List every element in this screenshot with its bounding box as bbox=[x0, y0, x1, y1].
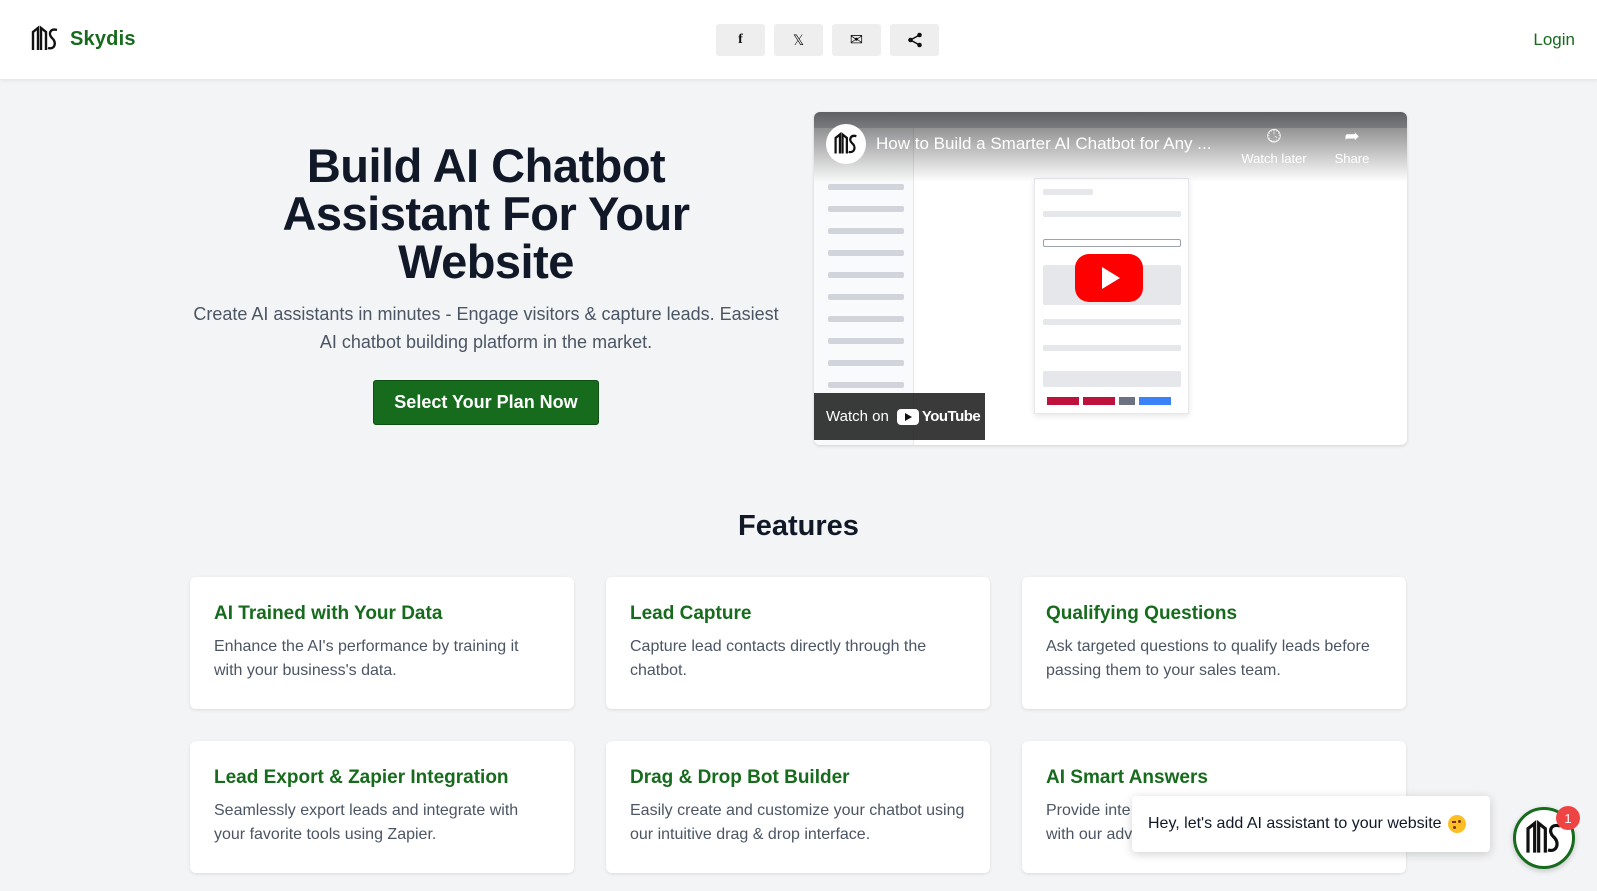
feature-description: Ask targeted questions to qualify leads … bbox=[1046, 638, 1370, 679]
feature-title: Lead Export & Zapier Integration bbox=[214, 767, 509, 788]
notification-badge: 1 bbox=[1556, 806, 1580, 830]
video-title[interactable]: How to Build a Smarter AI Chatbot for An… bbox=[876, 134, 1211, 154]
youtube-video-embed[interactable]: How to Build a Smarter AI Chatbot for An… bbox=[814, 112, 1407, 445]
feature-title: Lead Capture bbox=[630, 603, 752, 624]
brand[interactable]: Skydis bbox=[30, 24, 136, 54]
login-link[interactable]: Login bbox=[1533, 30, 1575, 50]
watch-later-label: Watch later bbox=[1241, 151, 1307, 166]
hero-title-line: Build AI Chatbot bbox=[306, 139, 666, 192]
feature-title: Drag & Drop Bot Builder bbox=[630, 767, 850, 788]
chat-greeting-text: Hey, let's add AI assistant to your webs… bbox=[1148, 815, 1442, 832]
hero-title-line: Assistant For Your bbox=[282, 187, 690, 240]
feature-description: Seamlessly export leads and integrate wi… bbox=[214, 802, 519, 843]
share-button[interactable] bbox=[890, 24, 939, 56]
hero-subtitle: Create AI assistants in minutes - Engage… bbox=[193, 304, 779, 352]
feature-description: Provide inte with our adv bbox=[1046, 802, 1133, 843]
feature-card: Qualifying Questions Ask targeted questi… bbox=[1022, 577, 1406, 709]
play-button[interactable] bbox=[1075, 254, 1143, 302]
feature-title: Qualifying Questions bbox=[1046, 603, 1238, 624]
feature-card: Lead Capture Capture lead contacts direc… bbox=[606, 577, 990, 709]
facebook-icon: f bbox=[738, 32, 743, 47]
skydis-logo-icon bbox=[31, 25, 58, 50]
winking-face-icon bbox=[1447, 815, 1466, 833]
feature-title: AI Smart Answers bbox=[1046, 767, 1208, 788]
feature-title: AI Trained with Your Data bbox=[214, 603, 443, 624]
video-share-label: Share bbox=[1334, 151, 1370, 166]
share-arrow-icon: ➦ bbox=[1344, 126, 1360, 146]
clock-icon: 🕓︎ bbox=[1266, 126, 1282, 146]
watch-later-button[interactable]: 🕓︎ Watch later bbox=[1239, 126, 1309, 166]
skydis-logo-icon bbox=[834, 132, 857, 154]
facebook-share-button[interactable]: f bbox=[716, 24, 765, 56]
youtube-logo: YouTube bbox=[896, 408, 981, 425]
feature-description: Enhance the AI's performance by training… bbox=[214, 638, 519, 679]
share-icon bbox=[907, 32, 922, 48]
feature-card: Lead Export & Zapier Integration Seamles… bbox=[190, 741, 574, 873]
feature-description: Easily create and customize your chatbot… bbox=[630, 802, 965, 843]
youtube-wordmark: YouTube bbox=[921, 408, 981, 425]
share-bar: f 𝕏 ✉ bbox=[716, 24, 939, 56]
watch-on-label: Watch on bbox=[826, 408, 889, 425]
hero-title-line: Website bbox=[398, 235, 574, 288]
watch-on-youtube-button[interactable]: Watch on YouTube bbox=[814, 393, 985, 440]
x-share-button[interactable]: 𝕏 bbox=[774, 24, 823, 56]
mail-icon: ✉ bbox=[849, 32, 864, 49]
select-plan-button[interactable]: Select Your Plan Now bbox=[373, 380, 599, 425]
channel-avatar[interactable] bbox=[826, 124, 866, 164]
play-icon bbox=[1102, 267, 1120, 289]
brand-name: Skydis bbox=[70, 27, 136, 50]
feature-card: AI Trained with Your Data Enhance the AI… bbox=[190, 577, 574, 709]
features-title: Features bbox=[738, 510, 859, 542]
x-icon: 𝕏 bbox=[792, 31, 805, 48]
email-share-button[interactable]: ✉ bbox=[832, 24, 881, 56]
youtube-icon bbox=[896, 408, 919, 425]
feature-description: Capture lead contacts directly through t… bbox=[630, 638, 927, 679]
hero-title: Build AI Chatbot Assistant For Your Webs… bbox=[186, 142, 786, 286]
video-share-button[interactable]: ➦ Share bbox=[1317, 126, 1387, 166]
chat-greeting-bubble[interactable]: Hey, let's add AI assistant to your webs… bbox=[1132, 796, 1490, 852]
feature-card: Drag & Drop Bot Builder Easily create an… bbox=[606, 741, 990, 873]
site-header: Skydis f 𝕏 ✉ Login bbox=[0, 0, 1597, 80]
